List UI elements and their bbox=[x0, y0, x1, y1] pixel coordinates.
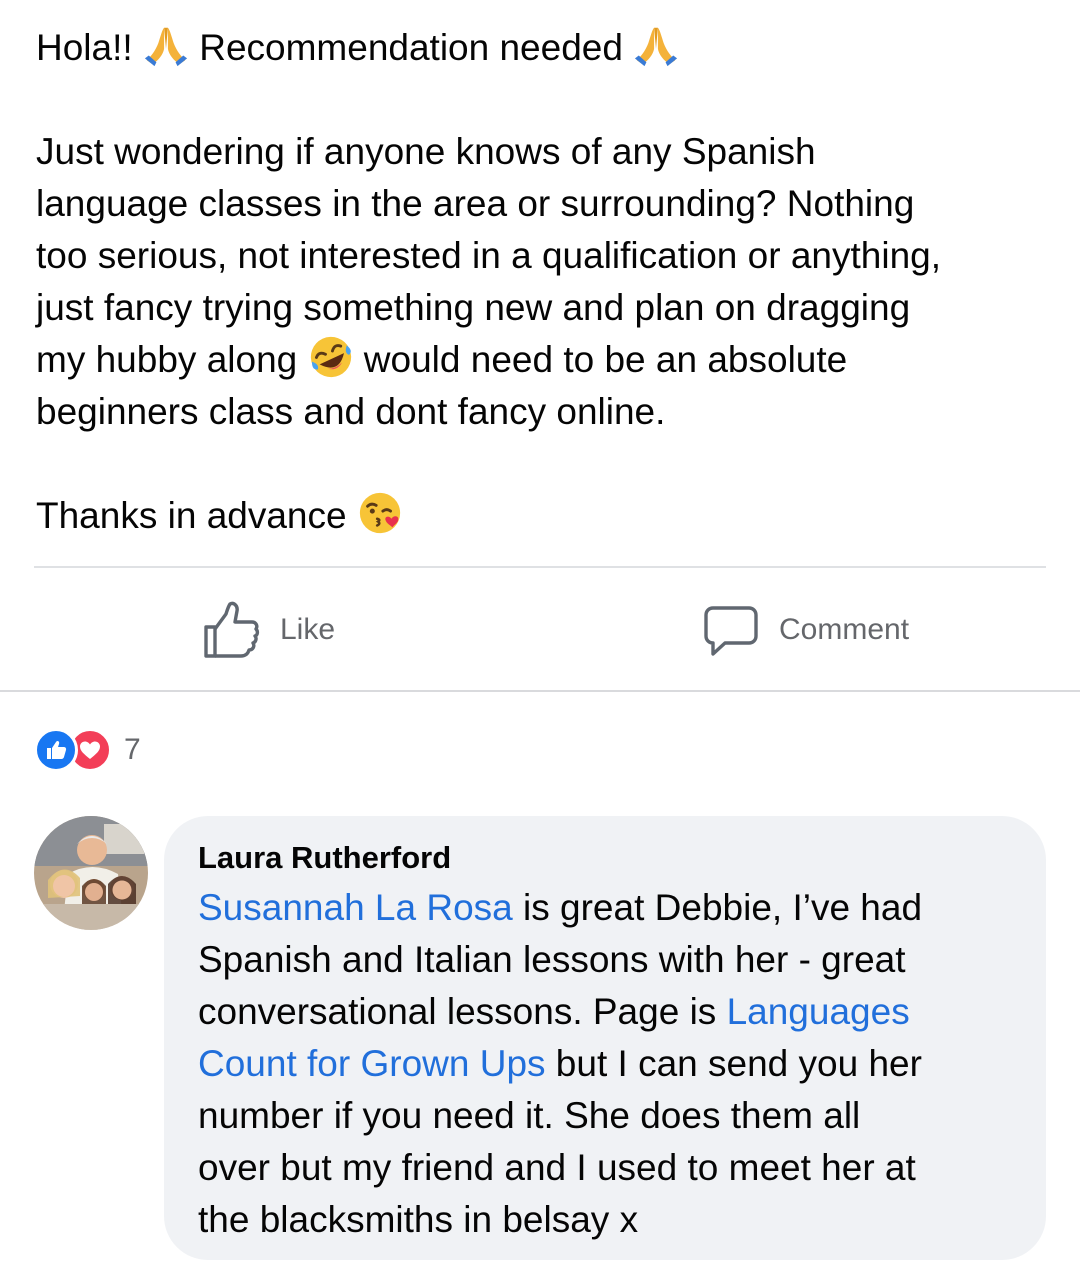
comment-text-segment: number if you need it. She does them all bbox=[198, 1095, 861, 1136]
post-text-line: language classes in the area or surround… bbox=[36, 183, 915, 224]
post-greeting: Hola!! bbox=[36, 27, 133, 68]
comment-button[interactable]: Comment bbox=[703, 598, 909, 662]
like-button[interactable]: Like bbox=[200, 598, 335, 662]
post-text-line: just fancy trying something new and plan… bbox=[36, 287, 911, 328]
post-text-line: my hubby along would need to be an absol… bbox=[36, 334, 1046, 386]
comment-text-segment: but I can send you her bbox=[545, 1043, 922, 1084]
post-divider bbox=[34, 566, 1046, 568]
post-text-segment: my hubby along bbox=[36, 339, 298, 380]
reaction-count: 7 bbox=[124, 733, 141, 766]
commenter-avatar[interactable] bbox=[34, 816, 148, 930]
comment-bubble-icon bbox=[704, 606, 758, 656]
section-divider bbox=[0, 690, 1080, 692]
post-headline: Recommendation needed bbox=[199, 27, 623, 68]
post-text-segment: would need to be an absolute bbox=[363, 339, 848, 380]
thumbs-up-icon bbox=[204, 601, 260, 658]
page-mention-link[interactable]: Languages bbox=[727, 991, 910, 1032]
rolling-laughing-icon bbox=[310, 336, 351, 378]
folded-hands-icon bbox=[143, 22, 189, 68]
blowing-kiss-icon bbox=[359, 492, 400, 534]
post-greeting-line: Hola!! Recommendation needed bbox=[36, 22, 1046, 74]
post-text-line: too serious, not interested in a qualifi… bbox=[36, 235, 942, 276]
comment-text-segment: Spanish and Italian lessons with her - g… bbox=[198, 939, 906, 980]
like-label: Like bbox=[280, 613, 336, 646]
reaction-summary[interactable]: 7 bbox=[34, 728, 141, 772]
like-reaction-icon bbox=[34, 728, 78, 772]
post-text-line: Just wondering if anyone knows of any Sp… bbox=[36, 131, 816, 172]
post-text-line: beginners class and dont fancy online. bbox=[36, 391, 666, 432]
folded-hands-icon bbox=[633, 22, 679, 68]
comment-text-segment: conversational lessons. Page is bbox=[198, 991, 727, 1032]
post-thanks: Thanks in advance bbox=[36, 495, 347, 536]
comment-text-segment: the blacksmiths in belsay x bbox=[198, 1199, 639, 1240]
comment-text-segment: is great Debbie, I’ve had bbox=[512, 887, 923, 928]
comment-author[interactable]: Laura Rutherford bbox=[198, 836, 1012, 880]
comment-bubble: Laura Rutherford Susannah La Rosa is gre… bbox=[164, 816, 1046, 1260]
mention-link[interactable]: Susannah La Rosa bbox=[198, 887, 513, 928]
comment-text-segment: over but my friend and I used to meet he… bbox=[198, 1147, 916, 1188]
comment-label: Comment bbox=[779, 613, 910, 646]
post-thanks-line: Thanks in advance bbox=[36, 490, 1046, 542]
page-mention-link[interactable]: Count for Grown Ups bbox=[198, 1043, 546, 1084]
comment-text: Susannah La Rosa is great Debbie, I’ve h… bbox=[198, 882, 1012, 1246]
post-body: Hola!! Recommendation needed Just wonder… bbox=[36, 22, 1046, 542]
